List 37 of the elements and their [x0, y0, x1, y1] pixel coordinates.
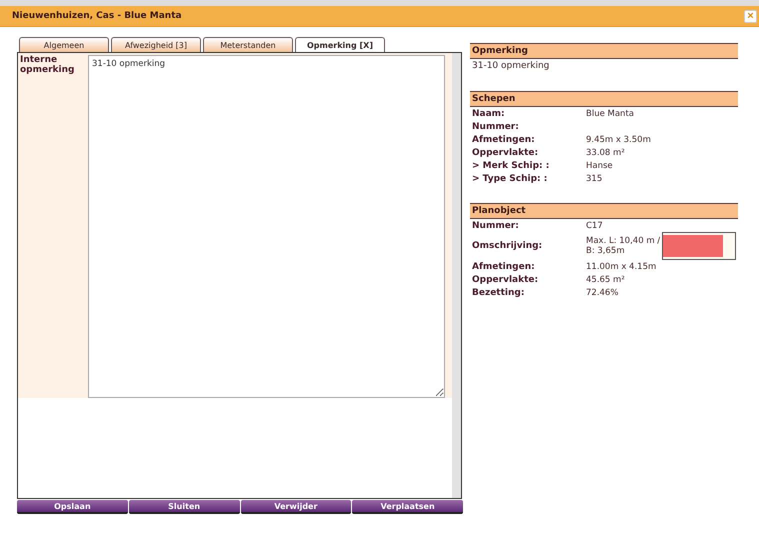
info-value: 33.08 m²: [586, 148, 626, 158]
info-label: Nummer:: [471, 220, 520, 230]
scrollbar[interactable]: [452, 53, 461, 498]
tab[interactable]: Algemeen: [19, 37, 109, 52]
remark-field[interactable]: 31-10 opmerking: [88, 55, 445, 398]
window-title: Nieuwenhuizen, Cas - Blue Manta: [12, 11, 182, 21]
action-button[interactable]: Opslaan: [17, 500, 128, 514]
info-label: Nummer:: [471, 122, 520, 132]
section-header: Schepen: [470, 91, 738, 107]
info-value: 11.00m x 4.15m: [586, 262, 658, 272]
field-label: Interne opmerking: [19, 54, 76, 77]
info-label: Oppervlakte:: [471, 148, 540, 158]
remark-text: 31-10 opmerking: [471, 60, 550, 73]
info-label: Bezetting:: [471, 288, 526, 298]
tab[interactable]: Afwezigheid [3]: [111, 37, 201, 52]
info-value: Hanse: [586, 160, 614, 170]
info-label: Afmetingen:: [471, 262, 536, 272]
info-label: Afmetingen:: [471, 134, 536, 144]
info-label: Oppervlakte:: [471, 274, 540, 284]
info-value: Max. L: 10,40 m / B: 3,65m: [586, 236, 662, 256]
info-value: 72.46%: [586, 288, 620, 298]
action-button[interactable]: Verwijder: [240, 500, 352, 514]
section-header: Planobject: [470, 203, 738, 219]
info-value: C17: [586, 220, 604, 230]
info-value: 315: [586, 174, 604, 184]
info-value: 45.65 m²: [586, 274, 626, 284]
info-label: > Merk Schip: :: [471, 160, 550, 170]
info-label: Omschrijving:: [471, 241, 544, 251]
info-label: Naam:: [471, 108, 506, 118]
info-value: 9.45m x 3.50m: [586, 134, 652, 144]
action-button[interactable]: Verplaatsen: [352, 500, 463, 514]
info-value: Blue Manta: [586, 108, 635, 118]
section-header: Opmerking: [470, 43, 738, 59]
info-label: > Type Schip: :: [471, 174, 548, 184]
tab[interactable]: Opmerking [X]: [295, 37, 385, 52]
tab[interactable]: Meterstanden: [203, 37, 293, 52]
action-button[interactable]: Sluiten: [128, 500, 240, 514]
